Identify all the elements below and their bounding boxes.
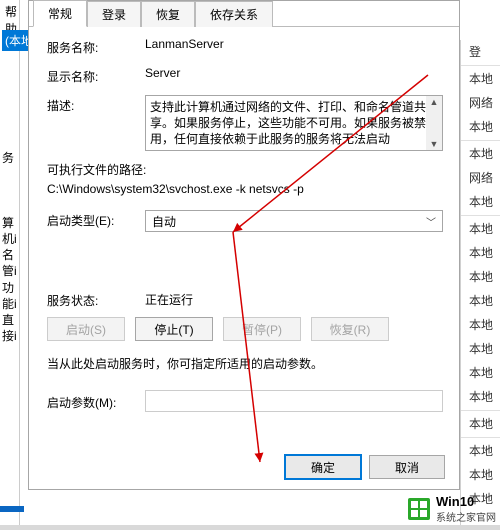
startup-params-hint: 当从此处启动服务时，你可指定所适用的启动参数。	[47, 355, 443, 372]
service-control-buttons: 启动(S) 停止(T) 暂停(P) 恢复(R)	[47, 317, 443, 341]
dialog-bottom-buttons: 确定 取消	[285, 455, 445, 479]
description-label: 描述:	[47, 95, 145, 114]
left-pane-text-fragment: 务 算机i 名管i 功能i 直接i	[0, 150, 20, 344]
description-row: 描述: 支持此计算机通过网络的文件、打印、和命名管道共享。如果服务停止，这些功能…	[47, 95, 443, 151]
dialog-tabs: 常规登录恢复依存关系	[29, 1, 459, 27]
service-status-label: 服务状态:	[47, 290, 145, 309]
startup-type-label: 启动类型(E):	[47, 210, 145, 229]
dialog-content: 服务名称: LanmanServer 显示名称: Server 描述: 支持此计…	[29, 27, 459, 432]
startup-type-value: 自动	[152, 213, 176, 230]
service-name-value: LanmanServer	[145, 37, 443, 51]
service-status-value: 正在运行	[145, 291, 193, 308]
bg-service-row[interactable]: 本地	[461, 289, 500, 313]
bg-service-row[interactable]: 网络	[461, 166, 500, 190]
bg-service-row[interactable]: 本地	[461, 142, 500, 166]
pause-button: 暂停(P)	[223, 317, 301, 341]
bg-service-row[interactable]: 本地	[461, 67, 500, 91]
bg-service-row[interactable]: 登	[461, 40, 500, 64]
bg-service-row[interactable]: 本地	[461, 313, 500, 337]
scroll-down-icon[interactable]: ▼	[430, 138, 439, 150]
exe-path-block: 可执行文件的路径: C:\Windows\system32\svchost.ex…	[47, 161, 443, 196]
tab-2[interactable]: 恢复	[141, 1, 195, 27]
startup-params-input	[145, 390, 443, 412]
resume-button: 恢复(R)	[311, 317, 389, 341]
taskbar-fragment	[0, 506, 24, 512]
watermark-subtitle: 系统之家官网	[436, 509, 496, 524]
tab-1[interactable]: 登录	[87, 1, 141, 27]
stop-button[interactable]: 停止(T)	[135, 317, 213, 341]
startup-type-select[interactable]: 自动 ﹀	[145, 210, 443, 232]
watermark-title: Win10	[436, 494, 474, 509]
tab-3[interactable]: 依存关系	[195, 1, 273, 27]
description-text: 支持此计算机通过网络的文件、打印、和命名管道共享。如果服务停止，这些功能不可用。…	[150, 100, 426, 146]
service-name-label: 服务名称:	[47, 37, 145, 56]
bg-service-row[interactable]: 本地	[461, 115, 500, 139]
service-status-row: 服务状态: 正在运行	[47, 290, 443, 309]
windows-icon	[408, 498, 430, 520]
cancel-button[interactable]: 取消	[369, 455, 445, 479]
display-name-label: 显示名称:	[47, 66, 145, 85]
exe-path-label: 可执行文件的路径:	[47, 161, 443, 178]
bg-service-row[interactable]: 本地	[461, 337, 500, 361]
bg-service-row[interactable]: 本地	[461, 265, 500, 289]
service-name-row: 服务名称: LanmanServer	[47, 37, 443, 56]
bg-service-row[interactable]: 本地	[461, 217, 500, 241]
start-button: 启动(S)	[47, 317, 125, 341]
startup-params-row: 启动参数(M):	[47, 390, 443, 412]
startup-params-label: 启动参数(M):	[47, 392, 145, 411]
bottom-bar-fragment	[0, 525, 500, 530]
bg-service-row[interactable]: 网络	[461, 91, 500, 115]
watermark: Win10 系统之家官网	[408, 494, 496, 524]
display-name-value: Server	[145, 66, 443, 80]
tab-0[interactable]: 常规	[33, 0, 87, 27]
startup-type-row: 启动类型(E): 自动 ﹀	[47, 210, 443, 232]
bg-service-row[interactable]: 本地	[461, 463, 500, 487]
bg-service-row[interactable]: 本地	[461, 385, 500, 409]
description-textbox[interactable]: 支持此计算机通过网络的文件、打印、和命名管道共享。如果服务停止，这些功能不可用。…	[145, 95, 443, 151]
bg-service-row[interactable]: 本地	[461, 439, 500, 463]
bg-service-row[interactable]: 本地	[461, 412, 500, 436]
chevron-down-icon: ﹀	[426, 214, 436, 229]
exe-path-value: C:\Windows\system32\svchost.exe -k netsv…	[47, 182, 443, 196]
description-scrollbar[interactable]: ▲ ▼	[426, 96, 442, 150]
bg-service-row[interactable]: 本地	[461, 190, 500, 214]
ok-button[interactable]: 确定	[285, 455, 361, 479]
display-name-row: 显示名称: Server	[47, 66, 443, 85]
background-service-list-fragment: 登本地网络本地本地网络本地本地本地本地本地本地本地本地本地本地本地本地本地	[460, 40, 500, 530]
scroll-up-icon[interactable]: ▲	[430, 96, 439, 108]
bg-service-row[interactable]: 本地	[461, 361, 500, 385]
service-properties-dialog: 常规登录恢复依存关系 服务名称: LanmanServer 显示名称: Serv…	[28, 0, 460, 490]
bg-service-row[interactable]: 本地	[461, 241, 500, 265]
